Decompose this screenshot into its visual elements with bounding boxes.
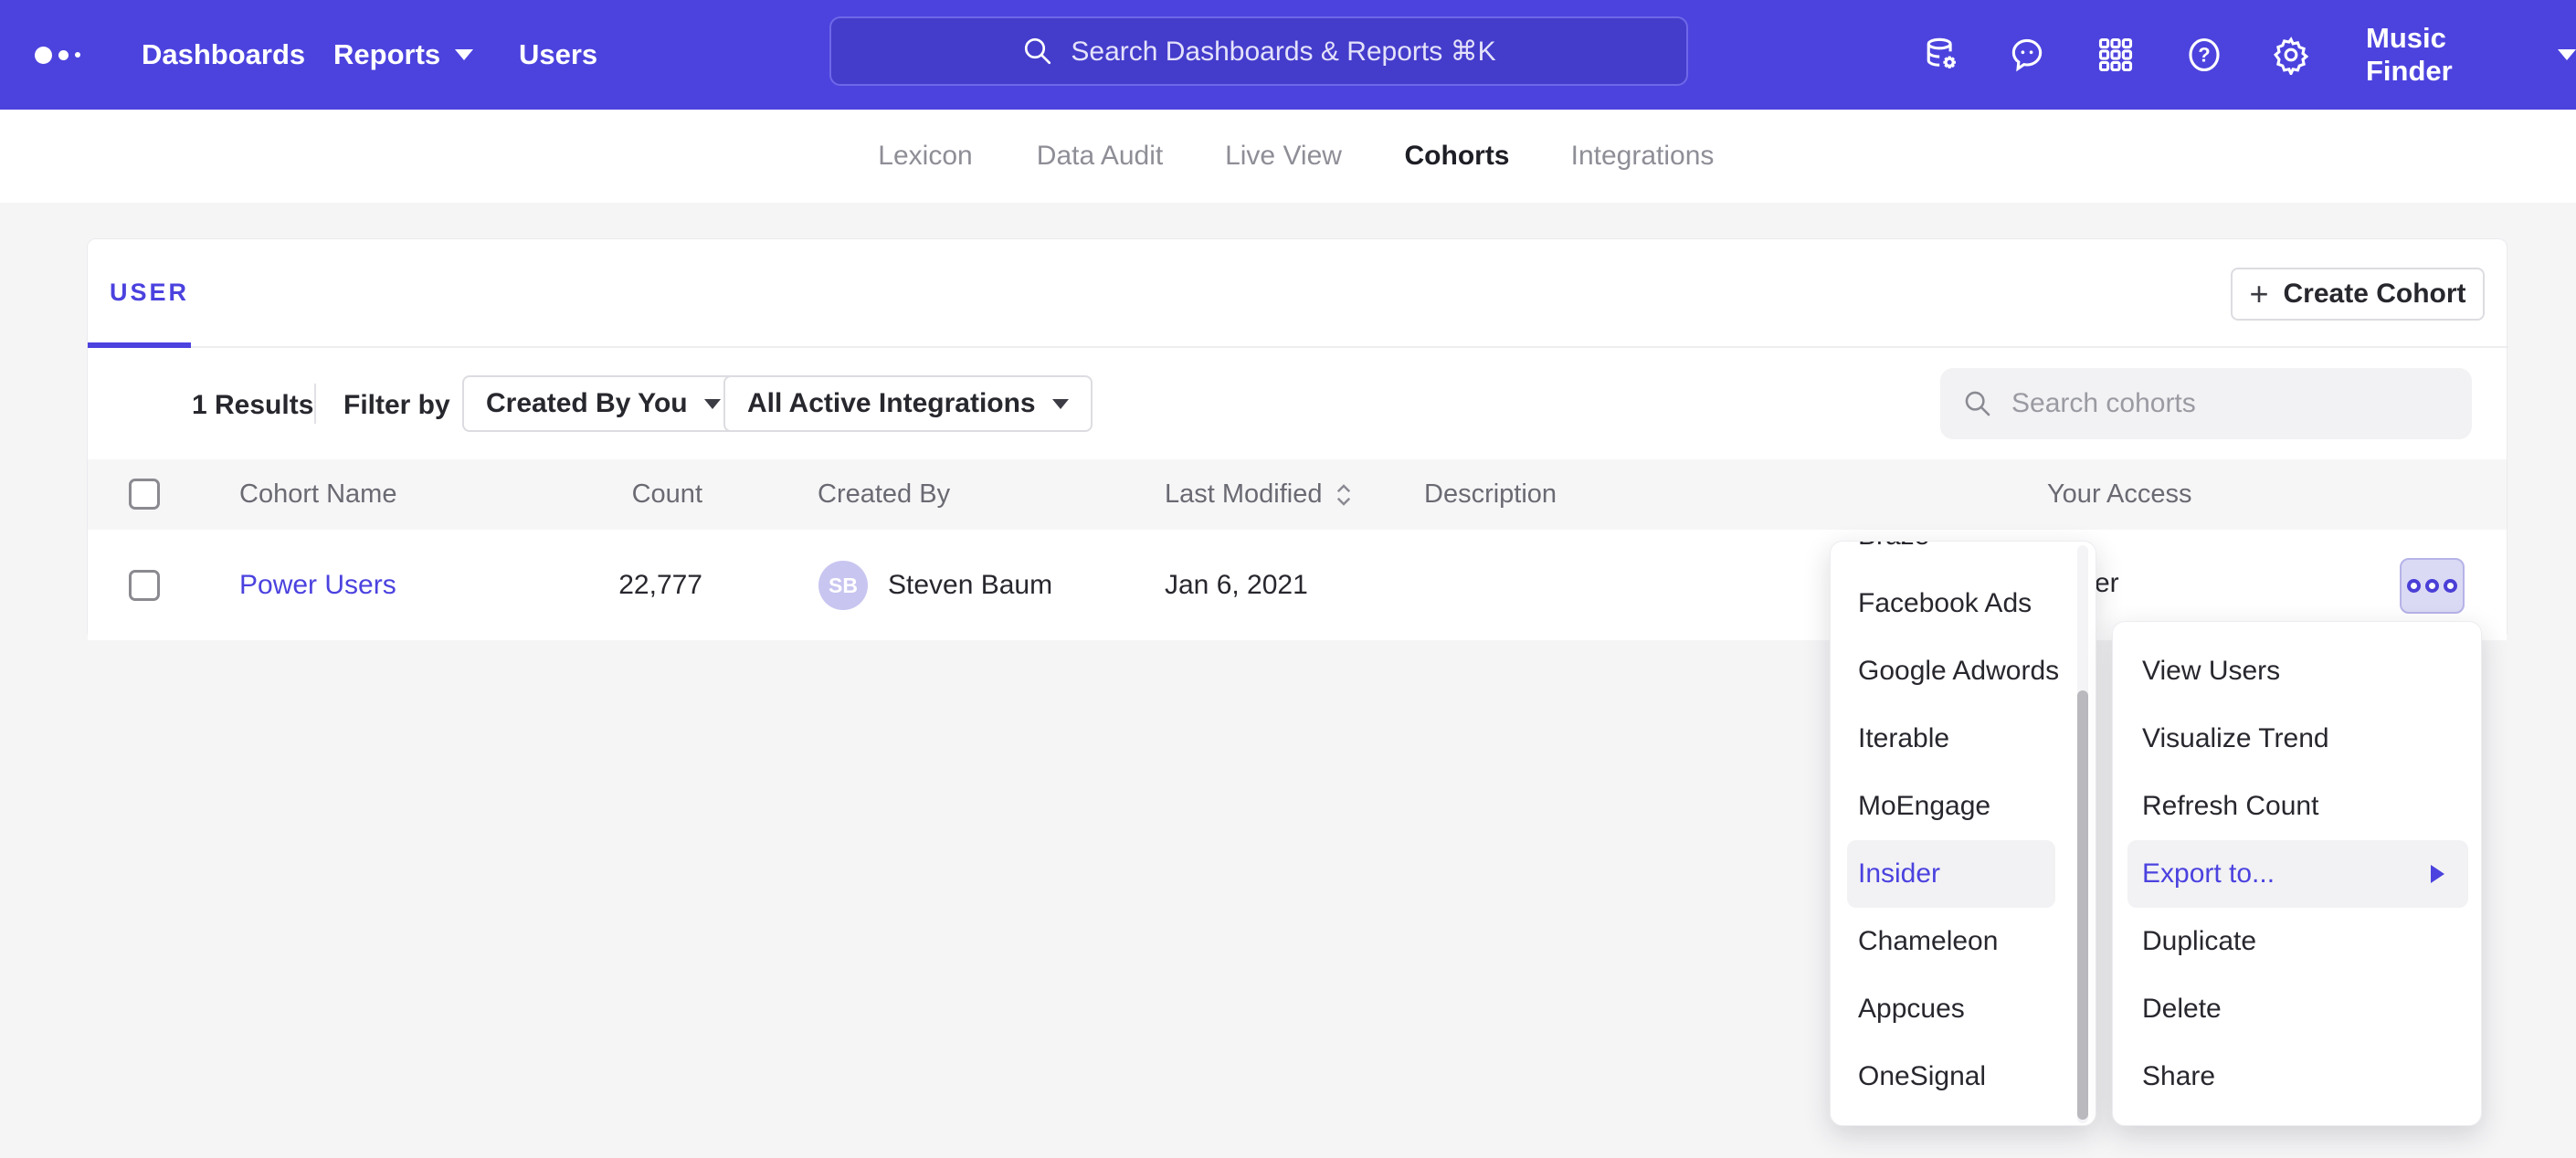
created-by-name: Steven Baum <box>888 530 1052 640</box>
dropdown-label: Created By You <box>486 388 688 419</box>
dot-icon <box>2425 579 2439 593</box>
logo-dot-large <box>35 47 52 64</box>
data-settings-icon[interactable] <box>1921 35 1961 75</box>
last-modified-date: Jan 6, 2021 <box>1165 530 1308 640</box>
cohort-name-link[interactable]: Power Users <box>239 530 396 640</box>
row-actions-menu: View Users Visualize Trend Refresh Count… <box>2112 621 2482 1126</box>
tab-label: Live View <box>1225 141 1342 172</box>
menu-item-share[interactable]: Share <box>2127 1043 2468 1111</box>
tab-label: Integrations <box>1571 141 1715 172</box>
tab-label: Lexicon <box>878 141 972 172</box>
tab-user-cohorts[interactable]: USER <box>110 239 189 346</box>
chevron-down-icon <box>455 49 473 60</box>
created-by-filter-dropdown[interactable]: Created By You <box>462 375 744 432</box>
menu-item-visualize-trend[interactable]: Visualize Trend <box>2127 705 2468 773</box>
dropdown-label: All Active Integrations <box>747 388 1036 419</box>
help-icon[interactable]: ? <box>2184 35 2224 75</box>
select-all-checkbox[interactable] <box>129 479 160 510</box>
export-to-submenu: Braze Facebook Ads Google Adwords Iterab… <box>1830 541 2096 1126</box>
menu-item-braze[interactable]: Braze <box>1847 541 2055 570</box>
create-cohort-button[interactable]: + Create Cohort <box>2231 268 2485 321</box>
nav-item-label: Dashboards <box>142 38 305 71</box>
column-header-created-by[interactable]: Created By <box>818 459 950 530</box>
button-label: Create Cohort <box>2284 279 2466 310</box>
nav-item-reports[interactable]: Reports <box>333 0 473 110</box>
menu-item-moengage[interactable]: MoEngage <box>1847 773 2055 840</box>
logo-dot-medium <box>58 50 69 60</box>
cohort-count: 22,777 <box>526 530 702 640</box>
chevron-down-icon <box>2558 49 2576 60</box>
menu-item-export-to[interactable]: Export to... <box>2127 840 2468 908</box>
panel-header: USER + Create Cohort <box>88 239 2508 348</box>
dot-icon <box>2407 579 2421 593</box>
column-header-cohort-name[interactable]: Cohort Name <box>239 459 396 530</box>
avatar: SB <box>818 561 868 610</box>
apps-grid-icon[interactable] <box>2096 35 2136 75</box>
scrollbar-thumb[interactable] <box>2077 690 2088 1120</box>
mixpanel-logo-icon[interactable] <box>35 0 80 110</box>
divider <box>314 384 316 424</box>
menu-item-view-users[interactable]: View Users <box>2127 637 2468 705</box>
search-icon <box>1021 35 1054 68</box>
chevron-down-icon <box>1052 399 1069 409</box>
section-tabs-bar: Lexicon Data Audit Live View Cohorts Int… <box>0 110 2576 203</box>
settings-gear-icon[interactable] <box>2271 35 2311 75</box>
nav-item-label: Reports <box>333 38 440 71</box>
cohorts-panel: USER + Create Cohort 1 Results Filter by… <box>87 238 2507 640</box>
active-tab-indicator <box>88 342 191 348</box>
search-icon <box>1962 388 1993 419</box>
feedback-icon[interactable] <box>2007 35 2047 75</box>
menu-item-refresh-count[interactable]: Refresh Count <box>2127 773 2468 840</box>
row-checkbox[interactable] <box>129 570 160 601</box>
menu-item-duplicate[interactable]: Duplicate <box>2127 908 2468 975</box>
your-access-value-fragment: er <box>2095 568 2119 599</box>
sort-icon <box>1334 481 1354 509</box>
plus-icon: + <box>2249 278 2268 311</box>
tab-data-audit[interactable]: Data Audit <box>1037 110 1163 203</box>
menu-item-delete[interactable]: Delete <box>2127 975 2468 1043</box>
column-label: Last Modified <box>1165 479 1323 510</box>
nav-item-label: Users <box>519 38 597 71</box>
menu-item-appcues[interactable]: Appcues <box>1847 975 2055 1043</box>
integrations-filter-dropdown[interactable]: All Active Integrations <box>723 375 1093 432</box>
tab-label: USER <box>110 279 189 307</box>
menu-item-google-adwords[interactable]: Google Adwords <box>1847 637 2055 705</box>
menu-item-insider[interactable]: Insider <box>1847 840 2055 908</box>
tab-label: Data Audit <box>1037 141 1163 172</box>
dot-icon <box>2444 579 2457 593</box>
table-header-row: Cohort Name Count Created By Last Modifi… <box>88 459 2507 530</box>
menu-item-iterable[interactable]: Iterable <box>1847 705 2055 773</box>
tab-cohorts[interactable]: Cohorts <box>1405 110 1510 203</box>
tab-live-view[interactable]: Live View <box>1225 110 1342 203</box>
cohort-search-input[interactable] <box>2011 388 2432 419</box>
cohort-search-box <box>1940 368 2472 439</box>
tab-integrations[interactable]: Integrations <box>1571 110 1715 203</box>
global-search-placeholder: Search Dashboards & Reports ⌘K <box>1071 36 1495 68</box>
menu-item-facebook-ads[interactable]: Facebook Ads <box>1847 570 2055 637</box>
column-header-description[interactable]: Description <box>1424 459 1557 530</box>
nav-item-users[interactable]: Users <box>519 0 597 110</box>
project-name: Music Finder <box>2366 22 2538 88</box>
column-header-count[interactable]: Count <box>526 459 702 530</box>
project-selector[interactable]: Music Finder <box>2366 0 2576 110</box>
menu-item-chameleon[interactable]: Chameleon <box>1847 908 2055 975</box>
submenu-arrow-icon <box>2431 865 2444 883</box>
column-header-your-access[interactable]: Your Access <box>2047 459 2192 530</box>
global-search-button[interactable]: Search Dashboards & Reports ⌘K <box>829 16 1688 86</box>
tab-label: Cohorts <box>1405 141 1510 172</box>
column-header-last-modified[interactable]: Last Modified <box>1165 459 1354 530</box>
menu-item-onesignal[interactable]: OneSignal <box>1847 1043 2055 1111</box>
filter-by-label: Filter by <box>343 390 450 421</box>
chevron-down-icon <box>704 399 721 409</box>
menu-item-label: Export to... <box>2142 858 2275 889</box>
nav-item-dashboards[interactable]: Dashboards <box>142 0 305 110</box>
svg-text:?: ? <box>2198 44 2210 67</box>
tab-lexicon[interactable]: Lexicon <box>878 110 972 203</box>
top-nav-bar: Dashboards Reports Users Search Dashboar… <box>0 0 2576 110</box>
logo-dot-small <box>75 52 80 58</box>
results-count: 1 Results <box>192 390 313 421</box>
row-more-actions-button[interactable] <box>2400 558 2465 614</box>
